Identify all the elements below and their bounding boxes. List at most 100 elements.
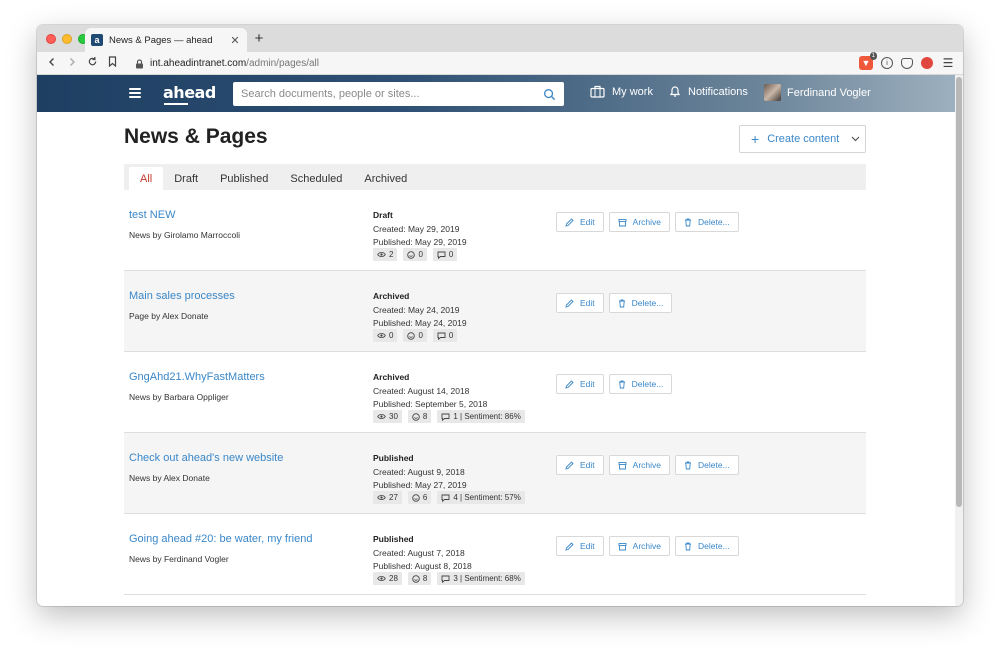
row-actions: Edit Archive Delete... — [556, 455, 739, 475]
delete-label: Delete... — [631, 379, 664, 389]
created-date: Created: May 24, 2019 — [373, 305, 460, 315]
content-title-link[interactable]: GngAhd21.WhyFastMatters — [129, 371, 265, 383]
brave-shield-icon[interactable]: ▼ 1 — [859, 52, 877, 70]
delete-button[interactable]: Delete... — [675, 455, 739, 475]
site-favicon-icon: a — [91, 34, 103, 46]
hamburger-menu-icon[interactable] — [129, 88, 141, 98]
row-actions: Edit Archive Delete... — [556, 212, 739, 232]
edit-label: Edit — [580, 379, 595, 389]
published-date: Published: May 29, 2019 — [373, 237, 467, 247]
content-meta: News by Ferdinand Vogler — [129, 554, 229, 564]
reactions-count: 8 — [422, 574, 428, 583]
views-count: 28 — [389, 574, 398, 583]
notifications-label: Notifications — [688, 85, 748, 98]
my-work-label: My work — [612, 85, 653, 98]
smiley-icon — [412, 574, 420, 583]
back-icon[interactable] — [42, 57, 62, 70]
tab-scheduled[interactable]: Scheduled — [279, 167, 353, 190]
avatar — [764, 84, 781, 101]
published-date: Published: May 27, 2019 — [373, 480, 467, 490]
delete-button[interactable]: Delete... — [675, 212, 739, 232]
content-row: Main sales processes Page by Alex Donate… — [124, 271, 866, 352]
archive-button[interactable]: Archive — [608, 536, 670, 556]
ahead-logo[interactable]: ahead — [163, 83, 216, 102]
comments-stat: 3 | Sentiment: 68% — [437, 572, 525, 585]
global-search[interactable] — [233, 82, 564, 106]
search-input[interactable] — [241, 88, 543, 100]
content-list: test NEW News by Girolamo Marroccoli Dra… — [124, 190, 866, 595]
comments-count: 3 | Sentiment: 68% — [453, 574, 521, 583]
tab-all[interactable]: All — [129, 167, 164, 190]
content-title-link[interactable]: Going ahead #20: be water, my friend — [129, 533, 312, 545]
reload-icon[interactable] — [82, 56, 102, 70]
views-count: 30 — [389, 412, 398, 421]
browser-tab[interactable]: a News & Pages — ahead ✕ — [85, 28, 247, 52]
published-date: Published: September 5, 2018 — [373, 399, 488, 409]
reactions-stat: 0 — [403, 248, 427, 261]
bookmark-icon[interactable] — [102, 56, 122, 70]
edit-button[interactable]: Edit — [556, 293, 604, 313]
new-tab-icon[interactable]: + — [251, 30, 267, 47]
pocket-icon[interactable] — [901, 57, 913, 69]
content-title-link[interactable]: Main sales processes — [129, 290, 235, 302]
reactions-stat: 8 — [407, 410, 432, 423]
browser-tab-title: News & Pages — ahead — [109, 34, 213, 46]
extension-icon[interactable] — [921, 57, 933, 69]
delete-label: Delete... — [631, 298, 664, 308]
comments-count: 0 — [448, 250, 454, 259]
content-meta: News by Barbara Oppliger — [129, 392, 229, 402]
lock-icon — [136, 58, 143, 68]
tab-archived[interactable]: Archived — [353, 167, 418, 190]
delete-button[interactable]: Delete... — [608, 374, 673, 394]
content-title-link[interactable]: test NEW — [129, 209, 175, 221]
comment-icon — [437, 251, 446, 259]
edit-label: Edit — [580, 460, 595, 470]
delete-button[interactable]: Delete... — [608, 293, 673, 313]
tab-draft[interactable]: Draft — [163, 167, 209, 190]
edit-label: Edit — [580, 217, 595, 227]
views-count: 0 — [389, 331, 394, 340]
tab-published[interactable]: Published — [209, 167, 279, 190]
notifications-link[interactable]: Notifications — [669, 85, 748, 98]
pencil-icon — [565, 460, 574, 470]
reactions-count: 8 — [422, 412, 428, 421]
views-stat: 0 — [373, 329, 398, 342]
my-work-link[interactable]: My work — [590, 85, 653, 98]
content-status: Archived — [373, 372, 410, 382]
content-title-link[interactable]: Check out ahead's new website — [129, 452, 283, 464]
edit-button[interactable]: Edit — [556, 455, 604, 475]
content-stats: 28 8 3 | Sentiment: 68% — [373, 572, 525, 585]
content-stats: 30 8 1 | Sentiment: 86% — [373, 410, 525, 423]
page-title: News & Pages — [124, 125, 268, 148]
user-menu[interactable]: Ferdinand Vogler — [764, 84, 871, 101]
chevron-down-icon[interactable] — [845, 136, 865, 142]
search-icon[interactable] — [543, 88, 556, 101]
comments-stat: 0 — [432, 248, 458, 261]
archive-button[interactable]: Archive — [608, 455, 670, 475]
close-tab-icon[interactable]: ✕ — [229, 34, 241, 47]
published-date: Published: August 8, 2018 — [373, 561, 472, 571]
forward-icon[interactable] — [62, 57, 82, 70]
create-content-button[interactable]: + Create content — [739, 125, 866, 153]
edit-button[interactable]: Edit — [556, 212, 604, 232]
close-window-button[interactable] — [46, 34, 56, 44]
bell-icon — [669, 86, 681, 97]
edit-button[interactable]: Edit — [556, 536, 604, 556]
archive-label: Archive — [632, 460, 661, 470]
reactions-count: 0 — [418, 331, 423, 340]
browser-menu-icon[interactable]: ☰ — [941, 56, 955, 70]
scrollbar-thumb[interactable] — [956, 77, 962, 507]
info-icon[interactable]: i — [881, 57, 893, 69]
reactions-stat: 6 — [407, 491, 432, 504]
address-bar[interactable]: int.aheadintranet.com/admin/pages/all — [135, 55, 825, 72]
edit-button[interactable]: Edit — [556, 374, 604, 394]
archive-button[interactable]: Archive — [608, 212, 670, 232]
content-stats: 0 0 0 — [373, 329, 458, 342]
minimize-window-button[interactable] — [62, 34, 72, 44]
content-meta: News by Alex Donate — [129, 473, 210, 483]
smiley-icon — [412, 412, 420, 421]
delete-button[interactable]: Delete... — [675, 536, 739, 556]
trash-icon — [618, 380, 625, 388]
row-actions: Edit Archive Delete... — [556, 536, 739, 556]
browser-toolbar: int.aheadintranet.com/admin/pages/all ▼ 1… — [37, 52, 963, 75]
